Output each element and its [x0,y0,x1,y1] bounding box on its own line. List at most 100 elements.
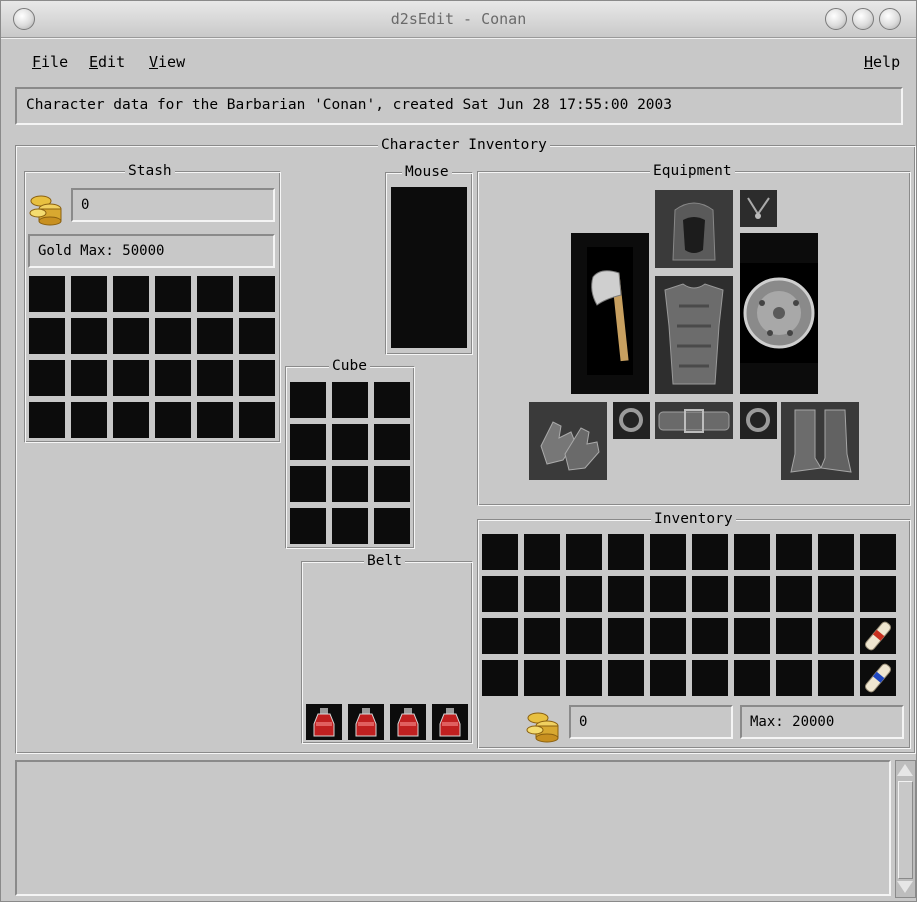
maximize-button[interactable] [852,8,874,30]
message-pane[interactable] [15,760,891,896]
inventory-cell[interactable] [734,618,770,654]
inventory-cell[interactable] [566,660,602,696]
inventory-cell[interactable] [524,576,560,612]
inventory-cell[interactable] [608,534,644,570]
belt-potion-slot[interactable] [390,704,426,740]
stash-cell[interactable] [155,318,191,354]
stash-cell[interactable] [239,318,275,354]
stash-cell[interactable] [71,360,107,396]
inventory-gold-icon[interactable] [525,704,565,744]
vertical-scrollbar[interactable] [895,760,916,898]
belt-potion-slot[interactable] [306,704,342,740]
cube-cell[interactable] [290,424,326,460]
stash-cell[interactable] [197,318,233,354]
stash-cell[interactable] [71,402,107,438]
stash-gold-icon[interactable] [28,187,68,227]
stash-cell[interactable] [71,318,107,354]
stash-cell[interactable] [155,276,191,312]
cube-cell[interactable] [332,382,368,418]
inventory-cell[interactable] [608,576,644,612]
ring-left-slot[interactable] [613,402,650,439]
amulet-slot[interactable] [740,190,777,227]
inventory-cell[interactable] [524,534,560,570]
stash-cell[interactable] [197,402,233,438]
menu-edit[interactable]: Edit [89,53,125,71]
inventory-cell[interactable] [482,618,518,654]
belt-equip-slot[interactable] [655,402,733,439]
inventory-cell[interactable] [818,660,854,696]
inventory-cell[interactable] [482,660,518,696]
inventory-cell[interactable] [566,534,602,570]
cube-cell[interactable] [332,466,368,502]
stash-cell[interactable] [71,276,107,312]
inventory-cell[interactable] [818,618,854,654]
stash-cell[interactable] [29,318,65,354]
body-armor-slot[interactable] [655,276,733,394]
cube-cell[interactable] [332,508,368,544]
inventory-cell[interactable] [734,576,770,612]
menu-help[interactable]: Help [864,53,900,71]
inventory-cell[interactable] [818,534,854,570]
menu-view[interactable]: View [149,53,185,71]
cube-cell[interactable] [290,508,326,544]
inventory-cell[interactable] [524,618,560,654]
inventory-cell[interactable] [860,576,896,612]
cube-cell[interactable] [332,424,368,460]
inventory-cell[interactable] [566,576,602,612]
gloves-slot[interactable] [529,402,607,480]
scroll-up-icon[interactable] [897,764,913,776]
cube-cell[interactable] [374,466,410,502]
menu-file[interactable]: File [32,53,68,71]
cube-cell[interactable] [374,382,410,418]
stash-cell[interactable] [29,360,65,396]
stash-cell[interactable] [113,318,149,354]
inventory-cell[interactable] [608,618,644,654]
cube-cell[interactable] [290,382,326,418]
ring-right-slot[interactable] [740,402,777,439]
boots-slot[interactable] [781,402,859,480]
inventory-cell[interactable] [776,576,812,612]
identify-scroll-cell[interactable] [860,618,896,654]
town-portal-scroll-cell[interactable] [860,660,896,696]
stash-cell[interactable] [239,402,275,438]
shield-slot[interactable] [740,233,818,394]
stash-cell[interactable] [155,402,191,438]
belt-potion-slot[interactable] [348,704,384,740]
belt-potion-slot[interactable] [432,704,468,740]
inventory-cell[interactable] [650,576,686,612]
inventory-cell[interactable] [692,576,728,612]
close-button[interactable] [879,8,901,30]
inventory-cell[interactable] [692,534,728,570]
stash-cell[interactable] [239,360,275,396]
inventory-cell[interactable] [650,618,686,654]
inventory-cell[interactable] [566,618,602,654]
stash-cell[interactable] [113,360,149,396]
stash-cell[interactable] [197,360,233,396]
inventory-cell[interactable] [860,534,896,570]
minimize-button[interactable] [825,8,847,30]
title-bar[interactable]: d2sEdit - Conan [1,1,916,38]
scroll-thumb[interactable] [898,781,913,879]
inventory-cell[interactable] [692,660,728,696]
stash-cell[interactable] [113,402,149,438]
cube-cell[interactable] [374,424,410,460]
stash-cell[interactable] [113,276,149,312]
inventory-cell[interactable] [650,534,686,570]
inventory-cell[interactable] [692,618,728,654]
stash-gold-field[interactable]: 0 [71,188,275,222]
inventory-cell[interactable] [776,618,812,654]
inventory-cell[interactable] [776,660,812,696]
weapon-slot[interactable] [571,233,649,394]
inventory-cell[interactable] [776,534,812,570]
inventory-cell[interactable] [734,534,770,570]
cube-cell[interactable] [374,508,410,544]
stash-cell[interactable] [239,276,275,312]
mouse-slot[interactable] [391,187,467,348]
inventory-cell[interactable] [734,660,770,696]
inventory-cell[interactable] [650,660,686,696]
cube-cell[interactable] [290,466,326,502]
inventory-cell[interactable] [482,534,518,570]
inventory-cell[interactable] [818,576,854,612]
stash-cell[interactable] [29,402,65,438]
stash-cell[interactable] [29,276,65,312]
